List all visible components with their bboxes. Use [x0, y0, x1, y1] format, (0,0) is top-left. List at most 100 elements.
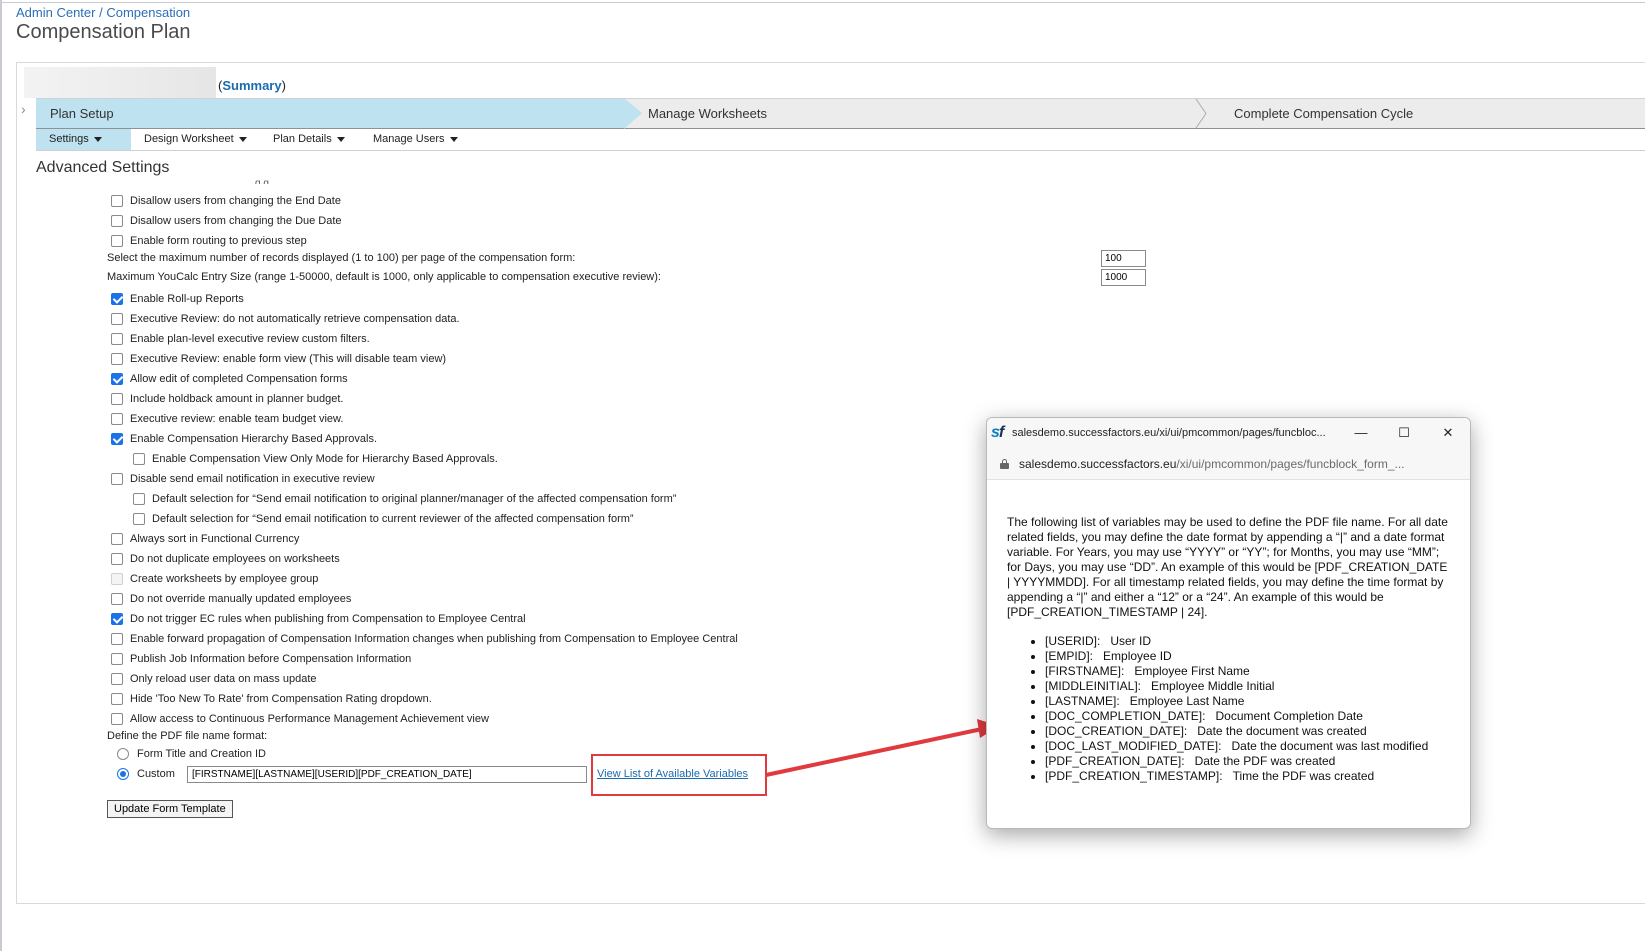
setting-row[interactable]: Default selection for “Send email notifi…	[133, 490, 676, 508]
setting-row[interactable]: Include holdback amount in planner budge…	[111, 390, 343, 408]
setting-checkbox[interactable]	[111, 613, 123, 625]
pdf-option-custom-label: Custom	[137, 768, 175, 780]
summary-close-paren: )	[281, 78, 286, 93]
setting-row[interactable]: Allow edit of completed Compensation for…	[111, 370, 348, 388]
max-records-input[interactable]	[1101, 250, 1146, 267]
setting-checkbox[interactable]	[111, 313, 123, 325]
subnav-plan-details[interactable]: Plan Details	[260, 129, 345, 150]
youcalc-size-input[interactable]	[1101, 269, 1146, 286]
setting-checkbox[interactable]	[111, 533, 123, 545]
close-icon[interactable]: ✕	[1437, 422, 1459, 444]
setting-checkbox[interactable]	[111, 293, 123, 305]
radio-form-title[interactable]	[117, 748, 129, 760]
breadcrumb-separator: /	[95, 5, 107, 20]
setting-checkbox[interactable]	[133, 493, 145, 505]
setting-row[interactable]: Executive Review: enable form view (This…	[111, 350, 446, 368]
setting-row[interactable]: Only reload user data on mass update	[111, 670, 317, 688]
setting-row[interactable]: Allow access to Continuous Performance M…	[111, 710, 489, 728]
setting-checkbox[interactable]	[111, 215, 123, 227]
setting-row[interactable]: Enable form routing to previous step	[111, 232, 307, 250]
setting-checkbox[interactable]	[111, 393, 123, 405]
address-url[interactable]: salesdemo.successfactors.eu/xi/ui/pmcomm…	[1019, 457, 1449, 471]
setting-row[interactable]: Do not trigger EC rules when publishing …	[111, 610, 526, 628]
summary-link[interactable]: Summary	[222, 78, 281, 93]
update-form-template-button[interactable]: Update Form Template	[107, 800, 233, 818]
setting-checkbox[interactable]	[111, 673, 123, 685]
setting-checkbox[interactable]	[111, 693, 123, 705]
variable-key: [EMPID]:	[1045, 649, 1094, 663]
variables-list: [USERID]: User ID [EMPID]: Employee ID[FIRS…	[1007, 634, 1452, 784]
step-complete-cycle[interactable]: Complete Compensation Cycle	[1220, 99, 1620, 128]
setting-label: Enable plan-level executive review custo…	[130, 333, 370, 345]
setting-checkbox[interactable]	[111, 353, 123, 365]
pdf-option-custom[interactable]: Custom	[117, 765, 175, 783]
setting-row[interactable]: Disallow users from changing the End Dat…	[111, 192, 341, 210]
setting-row[interactable]: Executive Review: do not automatically r…	[111, 310, 460, 328]
collapse-chevron-icon[interactable]: ›	[21, 101, 26, 117]
setting-label: Allow access to Continuous Performance M…	[130, 713, 489, 725]
window-top-border	[0, 2, 1645, 3]
variable-key: [PDF_CREATION_TIMESTAMP]:	[1045, 769, 1223, 783]
summary: (Summary)	[218, 78, 286, 93]
radio-custom[interactable]	[117, 768, 129, 780]
setting-checkbox[interactable]	[111, 633, 123, 645]
setting-row[interactable]: Hide 'Too New To Rate' from Compensation…	[111, 690, 432, 708]
setting-checkbox[interactable]	[111, 593, 123, 605]
setting-row[interactable]: Executive review: enable team budget vie…	[111, 410, 343, 428]
subnav-design-worksheet-label: Design Worksheet	[144, 133, 234, 145]
setting-checkbox[interactable]	[111, 433, 123, 445]
window-left-border	[0, 0, 2, 951]
setting-checkbox[interactable]	[111, 373, 123, 385]
variable-item: [DOC_COMPLETION_DATE]: Document Completio…	[1045, 709, 1452, 724]
setting-label: Disallow users from changing the Due Dat…	[130, 215, 342, 227]
setting-row[interactable]: Create worksheets by employee group	[111, 570, 318, 588]
setting-checkbox[interactable]	[111, 653, 123, 665]
setting-row[interactable]: Do not override manually updated employe…	[111, 590, 351, 608]
setting-checkbox[interactable]	[111, 195, 123, 207]
sub-navigation: Settings Design Worksheet Plan Details M…	[36, 129, 1645, 151]
setting-row[interactable]: Enable Roll-up Reports	[111, 290, 244, 308]
setting-checkbox[interactable]	[111, 235, 123, 247]
setting-checkbox[interactable]	[111, 413, 123, 425]
minimize-icon[interactable]: —	[1350, 422, 1372, 444]
setting-label: Disable send email notification in execu…	[130, 473, 375, 485]
setting-row[interactable]: Enable plan-level executive review custo…	[111, 330, 370, 348]
variable-item: [DOC_CREATION_DATE]: Date the document wa…	[1045, 724, 1452, 739]
setting-row[interactable]: Enable Compensation Hierarchy Based Appr…	[111, 430, 377, 448]
setting-row[interactable]: Publish Job Information before Compensat…	[111, 650, 411, 668]
setting-label: Enable Roll-up Reports	[130, 293, 244, 305]
subnav-settings-label: Settings	[49, 133, 89, 145]
setting-row[interactable]: Disallow users from changing the Due Dat…	[111, 212, 342, 230]
setting-label: Allow edit of completed Compensation for…	[130, 373, 348, 385]
setting-checkbox[interactable]	[111, 333, 123, 345]
setting-label: Executive review: enable team budget vie…	[130, 413, 344, 425]
step-manage-worksheets[interactable]: Manage Worksheets	[634, 99, 1204, 128]
breadcrumb-compensation[interactable]: Compensation	[106, 5, 190, 20]
setting-row[interactable]: Enable Compensation View Only Mode for H…	[133, 450, 498, 468]
setting-label: Publish Job Information before Compensat…	[130, 653, 412, 665]
section-title: Advanced Settings	[36, 159, 170, 176]
subnav-design-worksheet[interactable]: Design Worksheet	[131, 129, 247, 150]
callout-highlight-box	[591, 754, 767, 796]
setting-row[interactable]: Disable send email notification in execu…	[111, 470, 375, 488]
pdf-option-form-title[interactable]: Form Title and Creation ID	[117, 745, 266, 763]
maximize-icon[interactable]: ☐	[1393, 422, 1415, 444]
setting-row[interactable]: Always sort in Functional Currency	[111, 530, 299, 548]
setting-row[interactable]: Default selection for “Send email notifi…	[133, 510, 634, 528]
variable-key: [DOC_COMPLETION_DATE]:	[1045, 709, 1206, 723]
variable-item: [FIRSTNAME]: Employee First Name	[1045, 664, 1452, 679]
setting-checkbox[interactable]	[133, 453, 145, 465]
caret-down-icon	[449, 136, 458, 142]
subnav-settings[interactable]: Settings	[36, 129, 131, 150]
setting-checkbox[interactable]	[111, 473, 123, 485]
step-plan-setup[interactable]: Plan Setup	[36, 99, 624, 128]
setting-checkbox[interactable]	[111, 713, 123, 725]
setting-checkbox[interactable]	[111, 553, 123, 565]
setting-row[interactable]: Enable forward propagation of Compensati…	[111, 630, 738, 648]
setting-row[interactable]: Do not duplicate employees on worksheets	[111, 550, 340, 568]
breadcrumb-admin-center[interactable]: Admin Center	[16, 5, 95, 20]
setting-checkbox[interactable]	[133, 513, 145, 525]
custom-pdf-name-input[interactable]	[187, 766, 587, 783]
setting-label: Executive Review: enable form view (This…	[130, 353, 447, 365]
subnav-manage-users[interactable]: Manage Users	[360, 129, 458, 150]
